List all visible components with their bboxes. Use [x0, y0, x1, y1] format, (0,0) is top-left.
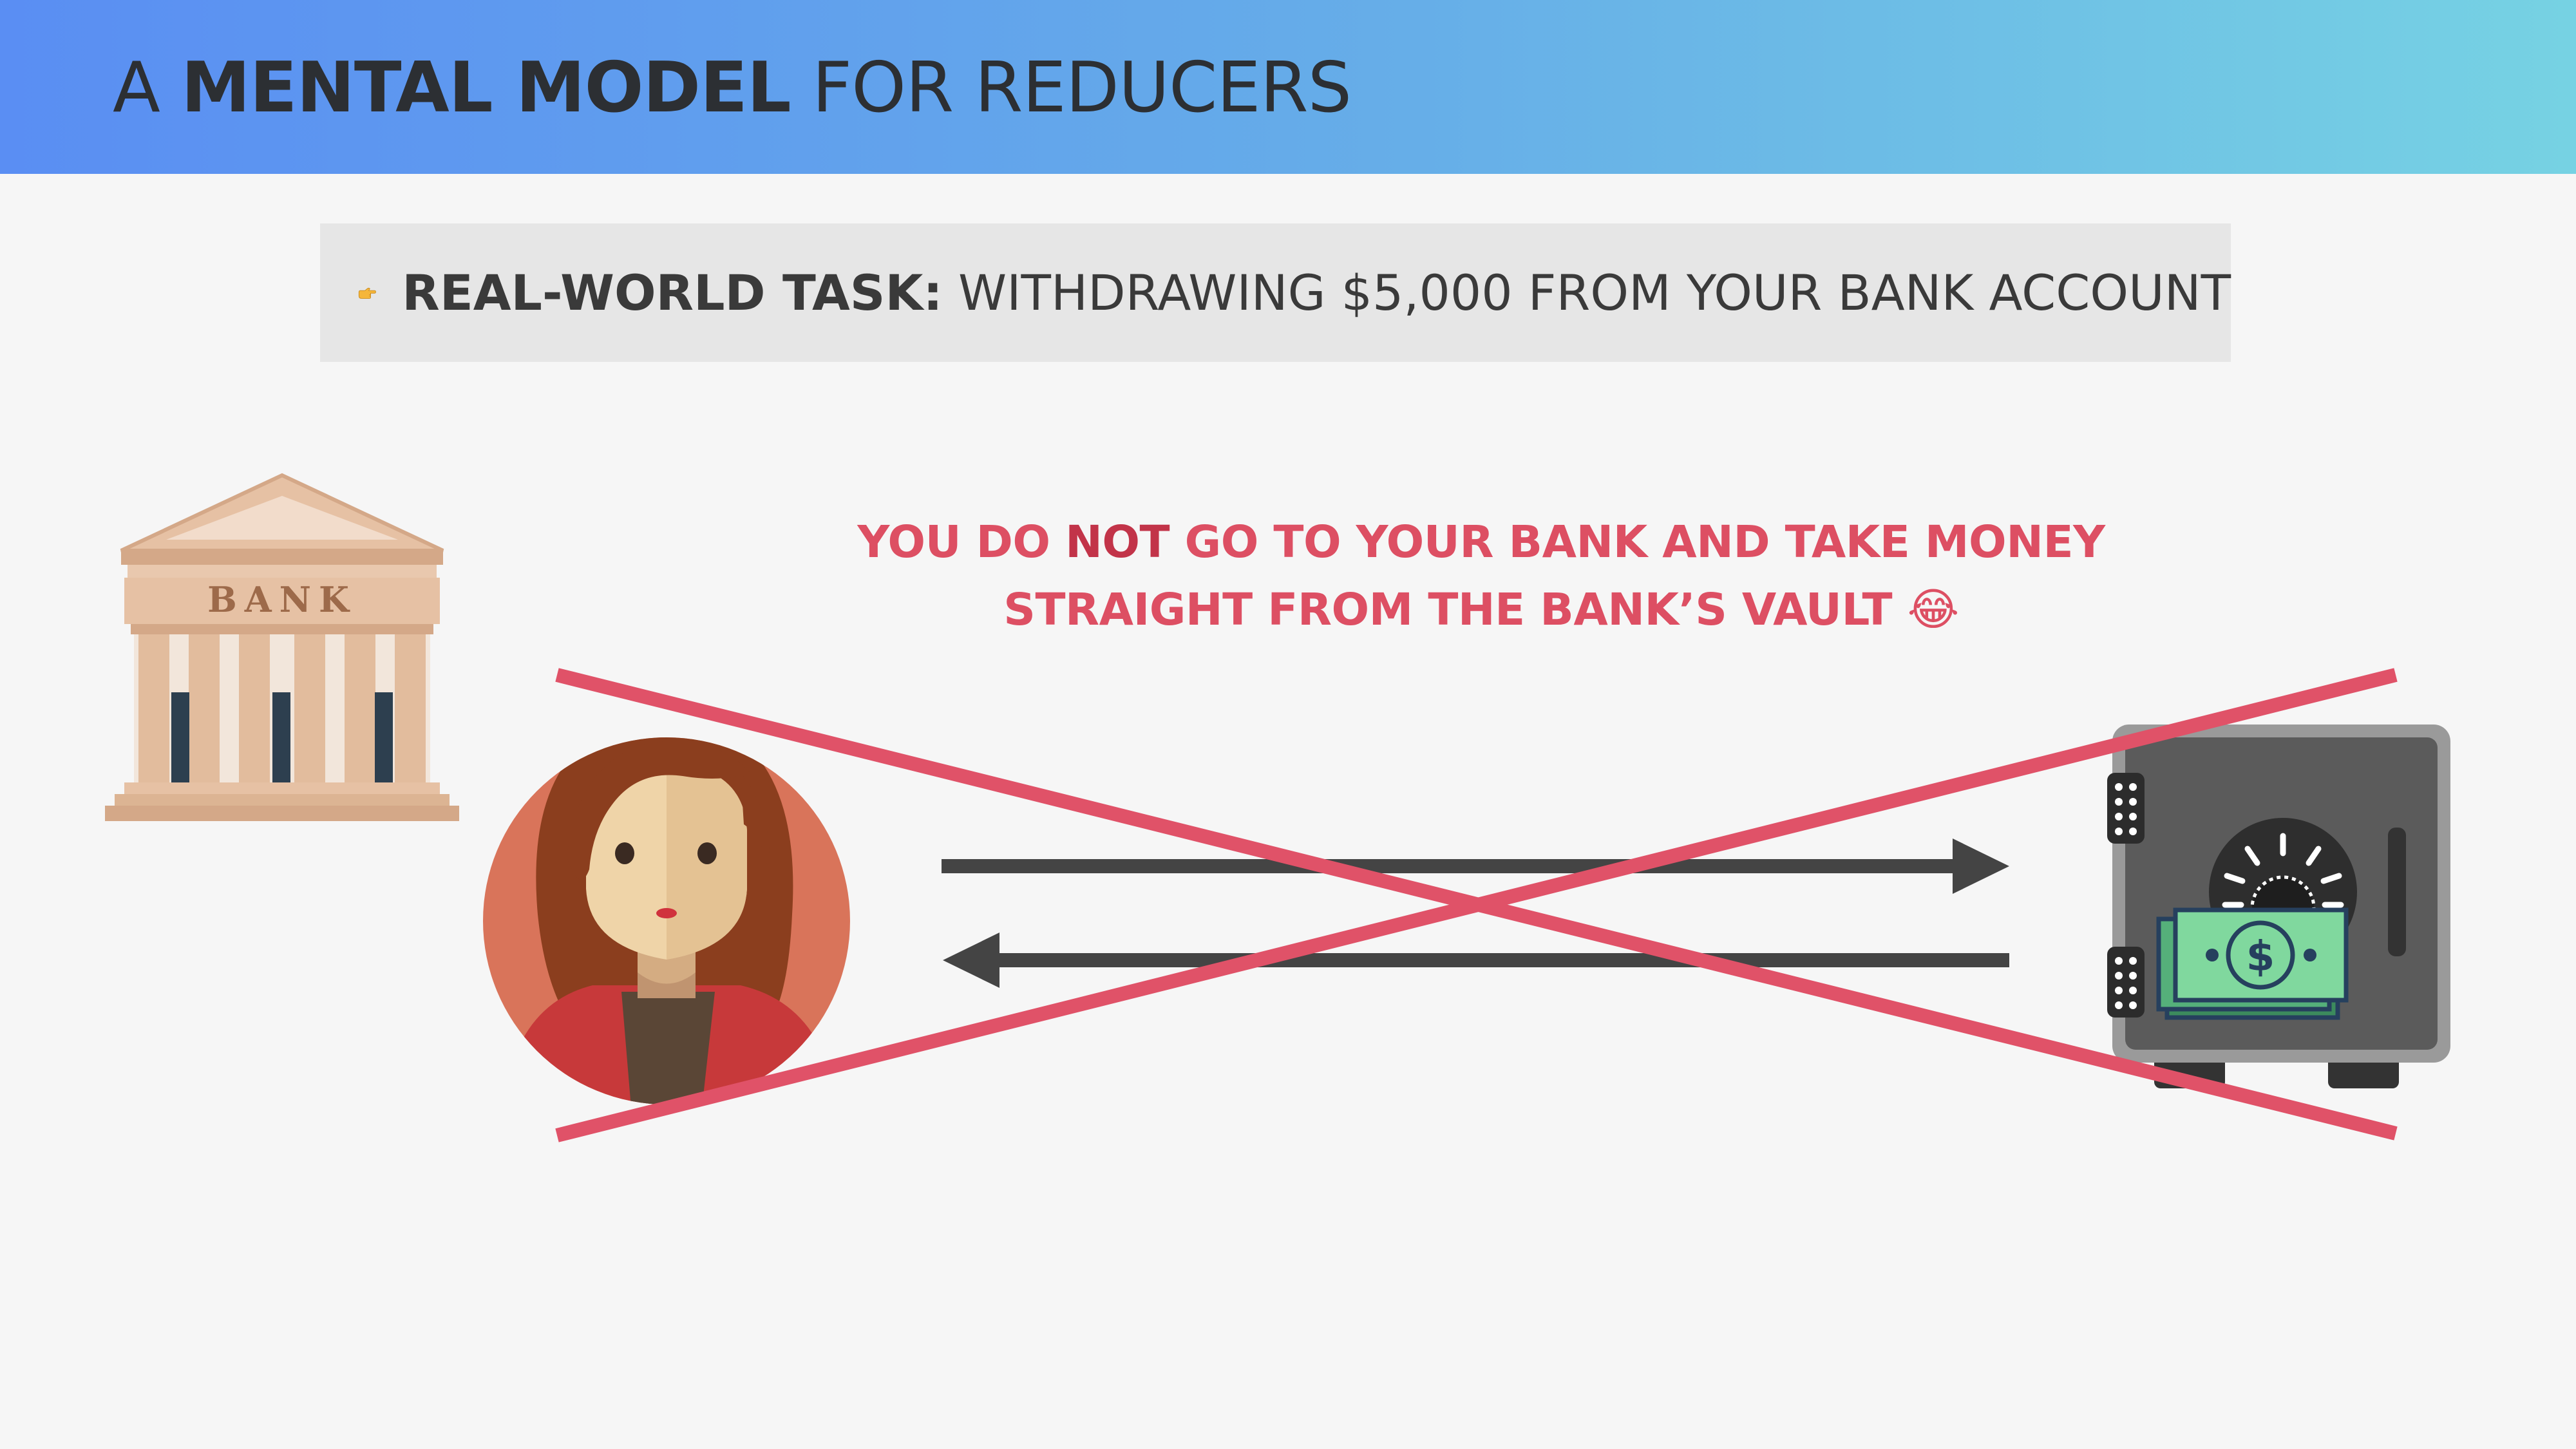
- bank-label: BANK: [207, 579, 357, 620]
- svg-text:$: $: [2246, 933, 2275, 981]
- request-arrow: [942, 838, 2009, 894]
- safe-with-money-icon: $: [2107, 724, 2450, 1088]
- woman-avatar-icon: [483, 737, 850, 1104]
- bank-building-icon: BANK: [105, 473, 459, 821]
- response-arrow: [943, 933, 2009, 988]
- diagram-canvas: BANK $: [105, 473, 2450, 1142]
